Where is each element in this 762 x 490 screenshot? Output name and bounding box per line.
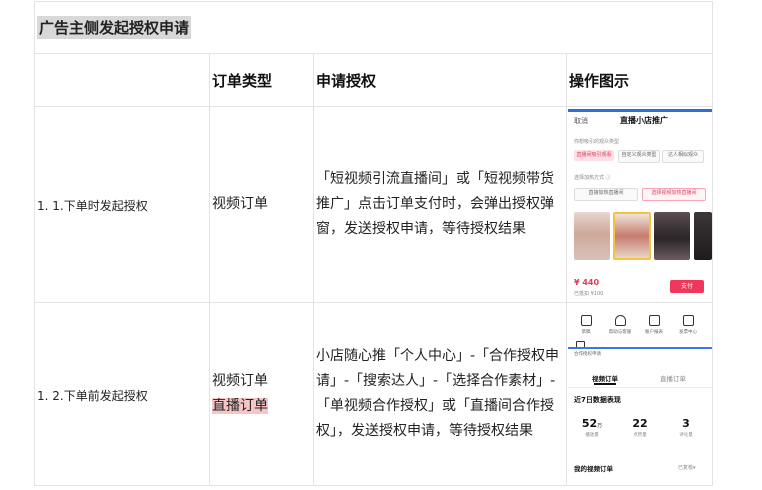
- header-order-type: 订单类型: [209, 53, 314, 107]
- authorization-table: 广告主侧发起授权申请 订单类型 申请授权 操作图示 1. 1.下单时发起授权 视…: [34, 1, 713, 486]
- section-title: 广告主侧发起授权申请: [37, 16, 192, 39]
- header-illustration: 操作图示: [566, 53, 713, 107]
- video-thumbnail: [654, 212, 690, 260]
- table-row: 1. 2.下单前发起授权 视频订单 直播订单 小店随心推「个人中心」-「合作授权…: [34, 302, 713, 486]
- description-cell: 小店随心推「个人中心」-「合作授权申请」-「搜索达人」-「选择合作素材」-「单视…: [313, 302, 567, 486]
- phone-screenshot-personal-center: 草稿 帮助与客服 账户报表 发票中心 合作授权申请 视频订单 直播订单 近7日数…: [568, 305, 712, 483]
- header-empty: [34, 53, 210, 107]
- my-video-orders: 我的视频订单: [574, 465, 613, 473]
- tab-bar: 视频订单 直播订单: [568, 371, 712, 385]
- video-thumbnail-selected: [613, 212, 651, 260]
- row-label: 1. 2.下单前发起授权: [37, 388, 148, 403]
- title-cell: 广告主侧发起授权申请: [34, 1, 713, 54]
- heat-method-label: 选择加热方式 ⓘ: [574, 175, 611, 181]
- chip-audience-2: 自定义观众类型: [618, 150, 660, 163]
- video-thumbnail: [574, 212, 610, 260]
- gem-label: 合作授权申请: [574, 352, 601, 357]
- screenshot-heading: 直播小店推广: [620, 116, 668, 125]
- document-page: 广告主侧发起授权申请 订单类型 申请授权 操作图示 1. 1.下单时发起授权 视…: [0, 0, 762, 490]
- table-row: 1. 1.下单时发起授权 视频订单 「短视频引流直播间」或「短视频带货推广」点击…: [34, 106, 713, 303]
- tab-underline: [594, 383, 616, 385]
- chevron-down-icon: ▾: [693, 465, 696, 471]
- illustration-cell: 草稿 帮助与客服 账户报表 发票中心 合作授权申请 视频订单 直播订单 近7日数…: [566, 302, 713, 486]
- stat-comments: 3 评论量: [679, 417, 693, 438]
- tab-live-orders: 直播订单: [660, 375, 686, 383]
- stat-likes: 22 点赞量: [632, 417, 648, 438]
- row-label-cell: 1. 2.下单前发起授权: [34, 302, 210, 486]
- cancel-label: 取消: [574, 117, 588, 125]
- illustration-cell: 取消 直播小店推广 你想吸引的观众类型 直播间吸引观看 自定义观众类型 达人相似…: [566, 106, 713, 303]
- highlight-line: [568, 347, 712, 349]
- audience-label: 你想吸引的观众类型: [574, 139, 620, 145]
- account-icon: 账户报表: [640, 315, 668, 335]
- chip-heat-2: 选择视频加热直播间: [642, 188, 706, 201]
- price: ¥ 440: [574, 278, 600, 287]
- order-type: 视频订单: [212, 373, 268, 389]
- tab-video-orders: 视频订单: [592, 375, 618, 383]
- header-apply-auth: 申请授权: [313, 53, 567, 107]
- order-status: 已复核▾: [678, 465, 696, 471]
- order-type-cell: 视频订单 直播订单: [209, 302, 314, 486]
- description: 小店随心推「个人中心」-「合作授权申请」-「搜索达人」-「选择合作素材」-「单视…: [316, 348, 560, 439]
- description-cell: 「短视频引流直播间」或「短视频带货推广」点击订单支付时，会弹出授权弹窗，发送授权…: [313, 106, 567, 303]
- price-discount: 已抵扣 ¥100: [574, 291, 604, 297]
- pay-button: 支付: [670, 280, 704, 293]
- stats-title: 近7日数据表现: [574, 396, 621, 404]
- headset-icon: 帮助与客服: [606, 315, 634, 335]
- row-label-cell: 1. 1.下单时发起授权: [34, 106, 210, 303]
- chip-audience-1: 直播间吸引观看: [574, 150, 614, 161]
- description: 「短视频引流直播间」或「短视频带货推广」点击订单支付时，会弹出授权弹窗，发送授权…: [316, 171, 554, 237]
- row-label: 1. 1.下单时发起授权: [37, 199, 148, 213]
- screenshot-topbar: 取消 直播小店推广: [568, 112, 712, 128]
- header-row: 订单类型 申请授权 操作图示: [34, 53, 713, 107]
- order-type-highlighted: 直播订单: [212, 398, 268, 414]
- chip-heat-1: 直接加热直播间: [574, 188, 638, 201]
- stat-plays: 52万 播放量: [581, 417, 603, 438]
- message-icon: 发票中心: [674, 315, 702, 335]
- video-thumbnail: [694, 212, 712, 260]
- order-type: 视频订单: [212, 196, 268, 212]
- divider: [568, 387, 712, 388]
- phone-screenshot-order-pay: 取消 直播小店推广 你想吸引的观众类型 直播间吸引观看 自定义观众类型 达人相似…: [568, 109, 712, 302]
- order-type-cell: 视频订单: [209, 106, 314, 303]
- chip-audience-3: 达人相似观众: [662, 150, 704, 163]
- draft-icon: 草稿: [572, 315, 600, 335]
